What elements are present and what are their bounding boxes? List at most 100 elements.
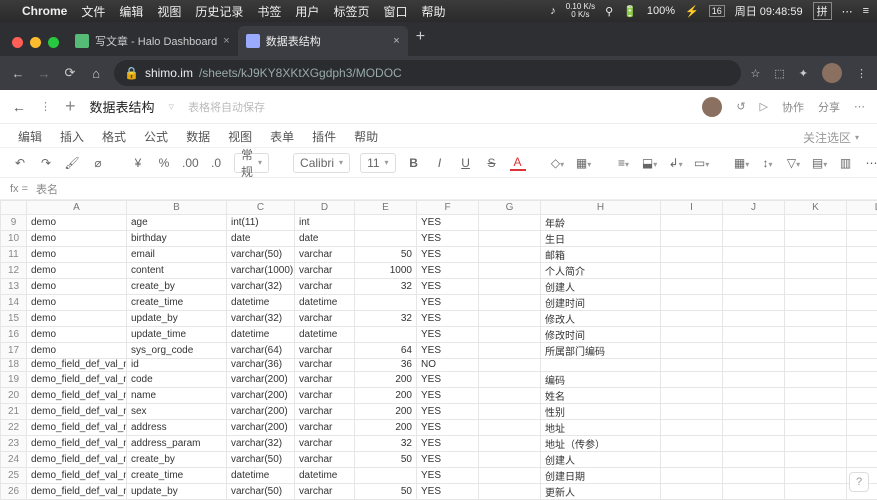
menu-tabs[interactable]: 标签页 — [333, 3, 369, 20]
cell[interactable] — [661, 436, 723, 452]
cell[interactable] — [479, 436, 541, 452]
cell[interactable]: varchar(32) — [227, 278, 295, 294]
cell[interactable]: varchar(200) — [227, 388, 295, 404]
row-header[interactable]: 11 — [1, 246, 27, 262]
home-button[interactable]: ⌂ — [88, 66, 104, 81]
minimize-window-icon[interactable] — [30, 37, 41, 48]
cell[interactable] — [661, 420, 723, 436]
cell[interactable]: YES — [417, 420, 479, 436]
cell[interactable]: 50 — [355, 246, 417, 262]
cell[interactable] — [723, 372, 785, 388]
new-sheet-icon[interactable]: + — [65, 96, 76, 117]
row-header[interactable]: 22 — [1, 420, 27, 436]
cell[interactable]: varchar(1000) — [227, 262, 295, 278]
cell[interactable]: 50 — [355, 484, 417, 500]
menu-help[interactable]: 帮助 — [354, 128, 378, 147]
table-row[interactable]: 12democontentvarchar(1000)varchar1000YES… — [1, 262, 877, 278]
cell[interactable]: 64 — [355, 342, 417, 358]
table-row[interactable]: 15demoupdate_byvarchar(32)varchar32YES修改… — [1, 310, 877, 326]
cell[interactable]: update_by — [127, 310, 227, 326]
corner-cell[interactable] — [1, 201, 27, 215]
cell[interactable] — [723, 452, 785, 468]
close-tab-icon[interactable]: × — [393, 35, 399, 47]
table-row[interactable]: 26demo_field_def_val_mainupdate_byvarcha… — [1, 484, 877, 500]
table-row[interactable]: 23demo_field_def_val_mainaddress_paramva… — [1, 436, 877, 452]
merge-icon[interactable]: ▭▾ — [694, 156, 710, 170]
cell[interactable]: demo_field_def_val_main — [27, 358, 127, 372]
cell[interactable]: 200 — [355, 420, 417, 436]
collab-avatar[interactable] — [702, 97, 722, 117]
bookmark-doc-icon[interactable]: ▿ — [169, 100, 175, 113]
cell[interactable]: demo — [27, 246, 127, 262]
cell[interactable]: YES — [417, 436, 479, 452]
redo-icon[interactable]: ↷ — [38, 156, 54, 170]
battery-icon[interactable]: 🔋 — [623, 5, 637, 18]
date-box-icon[interactable]: 16 — [709, 5, 725, 17]
borders-icon[interactable]: ▦▾ — [576, 156, 592, 170]
cell[interactable] — [661, 326, 723, 342]
collab-button[interactable]: 协作 — [782, 99, 804, 115]
cell[interactable] — [847, 420, 877, 436]
cell[interactable] — [723, 388, 785, 404]
cell[interactable] — [661, 246, 723, 262]
cell[interactable] — [847, 372, 877, 388]
cell[interactable] — [661, 484, 723, 500]
cell[interactable]: code — [127, 372, 227, 388]
cell[interactable] — [785, 388, 847, 404]
cell[interactable]: YES — [417, 468, 479, 484]
cell[interactable]: demo — [27, 342, 127, 358]
cell[interactable]: date — [227, 230, 295, 246]
cell[interactable] — [661, 372, 723, 388]
cell[interactable] — [479, 342, 541, 358]
cell[interactable]: birthday — [127, 230, 227, 246]
cell[interactable]: create_time — [127, 468, 227, 484]
cell[interactable] — [661, 404, 723, 420]
cell[interactable] — [847, 404, 877, 420]
forward-button[interactable]: → — [36, 66, 52, 81]
cell[interactable] — [723, 230, 785, 246]
cell[interactable]: demo_field_def_val_main — [27, 484, 127, 500]
more-tools-icon[interactable]: ▥ — [838, 156, 854, 170]
table-row[interactable]: 16demoupdate_timedatetimedatetimeYES修改时间 — [1, 326, 877, 342]
cell[interactable] — [723, 342, 785, 358]
history-icon[interactable]: ↺ — [736, 100, 745, 113]
cell[interactable] — [847, 436, 877, 452]
cell[interactable] — [785, 468, 847, 484]
cell[interactable]: 更新人 — [541, 484, 661, 500]
cell[interactable]: YES — [417, 294, 479, 310]
col-header-G[interactable]: G — [479, 201, 541, 215]
cell[interactable] — [661, 358, 723, 372]
cell[interactable]: create_time — [127, 294, 227, 310]
cell[interactable] — [661, 388, 723, 404]
cell[interactable] — [723, 436, 785, 452]
lock-icon[interactable]: 🔒 — [124, 66, 139, 80]
cell[interactable] — [479, 310, 541, 326]
cell[interactable] — [723, 262, 785, 278]
help-badge-icon[interactable]: ? — [849, 472, 869, 492]
currency-icon[interactable]: ¥ — [130, 156, 146, 170]
v-align-icon[interactable]: ⬓▾ — [642, 156, 658, 170]
cell[interactable] — [847, 452, 877, 468]
table-row[interactable]: 25demo_field_def_val_maincreate_timedate… — [1, 468, 877, 484]
col-header-K[interactable]: K — [785, 201, 847, 215]
cell[interactable] — [723, 404, 785, 420]
profile-avatar[interactable] — [822, 63, 842, 83]
cell[interactable] — [355, 294, 417, 310]
sheet-area[interactable]: ABCDEFGHIJKL9demoageint(11)intYES年龄10dem… — [0, 200, 877, 500]
reload-button[interactable]: ⟳ — [62, 65, 78, 81]
table-row[interactable]: 14democreate_timedatetimedatetimeYES创建时间 — [1, 294, 877, 310]
cell[interactable] — [847, 358, 877, 372]
audio-icon[interactable]: ♪ — [550, 5, 556, 17]
cell[interactable] — [661, 452, 723, 468]
cell[interactable]: demo_field_def_val_main — [27, 420, 127, 436]
cell[interactable]: int — [295, 214, 355, 230]
menu-formula[interactable]: 公式 — [144, 128, 168, 147]
row-header[interactable]: 19 — [1, 372, 27, 388]
wrap-icon[interactable]: ↲▾ — [668, 156, 684, 170]
row-header[interactable]: 10 — [1, 230, 27, 246]
cell[interactable] — [661, 310, 723, 326]
cell[interactable] — [355, 468, 417, 484]
cell[interactable] — [479, 294, 541, 310]
cell[interactable]: demo — [27, 326, 127, 342]
app-name[interactable]: Chrome — [22, 4, 67, 18]
